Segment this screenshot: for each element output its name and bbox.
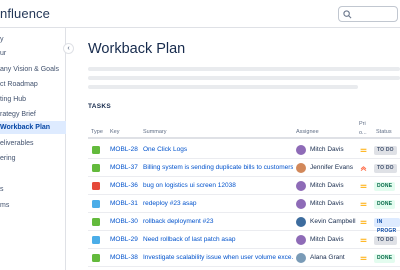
status-badge[interactable]: DONE xyxy=(374,254,396,263)
assignee-name[interactable]: Mitch Davis xyxy=(310,177,358,195)
sidebar-item[interactable]: ur xyxy=(0,47,66,60)
sidebar-item[interactable]: ering xyxy=(0,152,66,165)
issue-summary-link[interactable]: bug on logistics ui screen 12038 xyxy=(143,177,293,195)
avatar xyxy=(296,217,306,227)
sidebar-item[interactable]: ms xyxy=(0,199,66,212)
sidebar-item[interactable]: eliverables xyxy=(0,137,66,150)
header-summary[interactable]: Summary xyxy=(143,129,167,135)
assignee-name[interactable]: Kevin Campbell xyxy=(310,213,358,231)
content-placeholder-line xyxy=(88,76,400,80)
issue-summary-link[interactable]: redeploy #23 asap xyxy=(143,195,293,213)
priority-medium-icon xyxy=(360,238,367,242)
table-row[interactable]: MOBL-37 Billing system is sending duplica… xyxy=(88,159,400,177)
bug-type-icon xyxy=(92,182,100,190)
issue-key-link[interactable]: MOBL-28 xyxy=(110,141,138,159)
chevron-left-icon: ‹ xyxy=(67,45,70,52)
header-key[interactable]: Key xyxy=(110,129,119,135)
status-badge[interactable]: TO DO xyxy=(374,146,397,155)
issue-key-link[interactable]: MOBL-38 xyxy=(110,249,138,267)
table-row[interactable]: MOBL-36 bug on logistics ui screen 12038 M… xyxy=(88,177,400,195)
search-input[interactable] xyxy=(338,6,398,22)
table-row[interactable]: MOBL-30 rollback deployment #23 Kevin Camp… xyxy=(88,213,400,234)
issue-key-link[interactable]: MOBL-36 xyxy=(110,177,138,195)
status-badge[interactable]: DONE xyxy=(374,182,396,191)
sidebar-item-workback-plan[interactable]: Workback Plan xyxy=(0,121,66,134)
avatar xyxy=(296,145,306,155)
content-placeholder-line xyxy=(88,85,358,89)
avatar xyxy=(296,253,306,263)
story-type-icon xyxy=(92,146,100,154)
assignee-name[interactable]: Mitch Davis xyxy=(310,231,358,249)
issue-key-link[interactable]: MOBL-29 xyxy=(110,231,138,249)
task-type-icon xyxy=(92,236,100,244)
header-type[interactable]: Type xyxy=(91,129,103,135)
header-priority[interactable]: Pri o... xyxy=(359,120,371,138)
issue-summary-link[interactable]: One Click Logs xyxy=(143,141,293,159)
table-header: Type Key Summary Assignee Pri o... Statu… xyxy=(88,116,400,139)
avatar xyxy=(296,181,306,191)
content-placeholder-line xyxy=(88,67,400,71)
sidebar-item[interactable]: any Vision & Goals xyxy=(0,63,66,76)
status-badge[interactable]: TO DO xyxy=(374,236,397,245)
collapse-sidebar-button[interactable]: ‹ xyxy=(63,43,74,54)
story-type-icon xyxy=(92,254,100,262)
header-assignee[interactable]: Assignee xyxy=(296,129,319,135)
avatar xyxy=(296,235,306,245)
table-row[interactable]: MOBL-38 Investigate scalability issue whe… xyxy=(88,249,400,267)
tasks-section-label: TASKS xyxy=(88,103,112,110)
status-badge[interactable]: DONE xyxy=(374,200,396,209)
sidebar-item[interactable]: y xyxy=(0,33,66,46)
assignee-name[interactable]: Mitch Davis xyxy=(310,141,358,159)
assignee-name[interactable]: Mitch Davis xyxy=(310,195,358,213)
task-type-icon xyxy=(92,200,100,208)
issue-key-link[interactable]: MOBL-37 xyxy=(110,159,138,177)
header-status[interactable]: Status xyxy=(376,129,392,135)
priority-medium-icon xyxy=(360,256,367,260)
top-bar: nfluence xyxy=(0,0,400,28)
issue-summary-link[interactable]: Need rollback of last patch asap xyxy=(143,231,293,249)
sidebar-item[interactable]: ct Roadmap xyxy=(0,78,66,91)
story-type-icon xyxy=(92,164,100,172)
table-row[interactable]: MOBL-31 redeploy #23 asap Mitch Davis DONE xyxy=(88,195,400,213)
sidebar: y ur any Vision & Goals ct Roadmap ting … xyxy=(0,28,66,270)
issue-summary-link[interactable]: Investigate scalability issue when user … xyxy=(143,249,293,267)
sidebar-item[interactable]: s xyxy=(0,183,66,196)
priority-medium-icon xyxy=(360,148,367,152)
priority-medium-icon xyxy=(360,202,367,206)
issue-key-link[interactable]: MOBL-31 xyxy=(110,195,138,213)
page-title: Workback Plan xyxy=(88,41,186,57)
issue-summary-link[interactable]: rollback deployment #23 xyxy=(143,213,293,231)
priority-high-icon xyxy=(360,166,367,171)
priority-medium-icon xyxy=(360,184,367,188)
avatar xyxy=(296,199,306,209)
avatar xyxy=(296,163,306,173)
table-row[interactable]: MOBL-28 One Click Logs Mitch Davis TO DO xyxy=(88,141,400,159)
story-type-icon xyxy=(92,218,100,226)
search-icon xyxy=(343,10,352,19)
table-row[interactable]: MOBL-29 Need rollback of last patch asap M… xyxy=(88,231,400,249)
status-badge[interactable]: IN PROGR xyxy=(374,218,400,234)
status-badge[interactable]: TO DO xyxy=(374,164,397,173)
issue-key-link[interactable]: MOBL-30 xyxy=(110,213,138,231)
issue-summary-link[interactable]: Billing system is sending duplicate bill… xyxy=(143,159,293,177)
priority-medium-icon xyxy=(360,220,367,224)
sidebar-item[interactable]: ting Hub xyxy=(0,93,66,106)
assignee-name[interactable]: Alana Grant xyxy=(310,249,358,267)
sidebar-item[interactable]: rategy Brief xyxy=(0,108,66,121)
assignee-name[interactable]: Jennifer Evans xyxy=(310,159,358,177)
app-brand[interactable]: nfluence xyxy=(0,6,50,21)
